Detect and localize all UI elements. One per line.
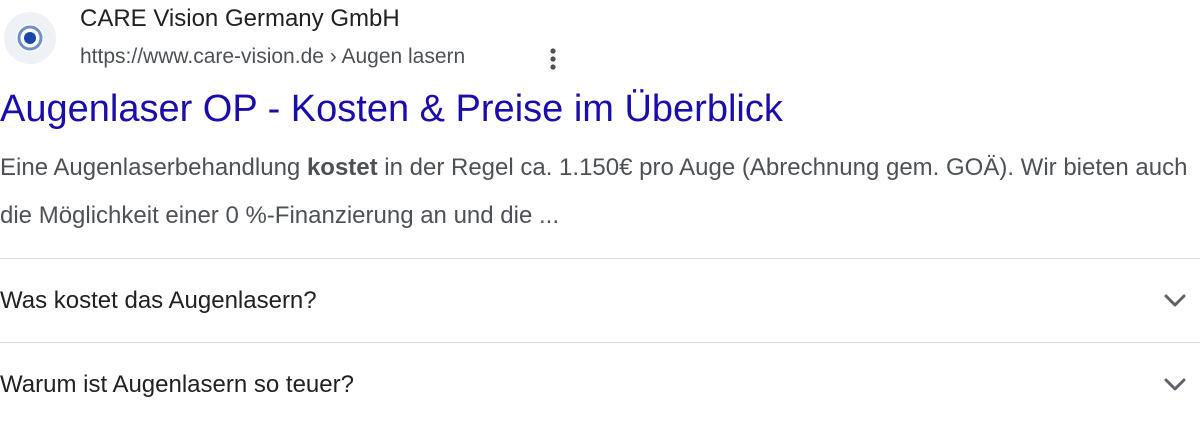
breadcrumb-item: Augen lasern bbox=[341, 45, 466, 68]
site-header: CARE Vision Germany GmbH https://www.car… bbox=[0, 0, 1200, 86]
site-name[interactable]: CARE Vision Germany GmbH bbox=[80, 5, 400, 33]
target-dot-icon bbox=[16, 24, 44, 52]
site-favicon[interactable] bbox=[4, 12, 56, 64]
faq-question: Warum ist Augenlasern so teuer? bbox=[0, 371, 354, 398]
more-options-button[interactable] bbox=[538, 44, 568, 74]
faq-item-warum-teuer[interactable]: Warum ist Augenlasern so teuer? bbox=[0, 342, 1200, 426]
search-result: CARE Vision Germany GmbH https://www.car… bbox=[0, 0, 1200, 426]
snippet-highlight: kostet bbox=[306, 154, 378, 181]
site-url-breadcrumb[interactable]: https://www.care-vision.de › Augen laser… bbox=[80, 45, 465, 69]
breadcrumb-separator: › bbox=[323, 45, 342, 68]
result-snippet: Eine Augenlaserbehandlung kostet in der … bbox=[0, 144, 1200, 240]
snippet-text-start: Eine Augenlaserbehandlung bbox=[0, 154, 307, 181]
result-title-link[interactable]: Augenlaser OP - Kosten & Preise im Überb… bbox=[0, 88, 783, 131]
faq-question: Was kostet das Augenlasern? bbox=[0, 287, 317, 314]
chevron-down-icon[interactable] bbox=[1162, 289, 1188, 313]
more-vertical-icon bbox=[550, 48, 556, 70]
site-url: https://www.care-vision.de bbox=[80, 45, 324, 68]
chevron-down-icon[interactable] bbox=[1162, 373, 1188, 397]
faq-item-was-kostet[interactable]: Was kostet das Augenlasern? bbox=[0, 258, 1200, 343]
